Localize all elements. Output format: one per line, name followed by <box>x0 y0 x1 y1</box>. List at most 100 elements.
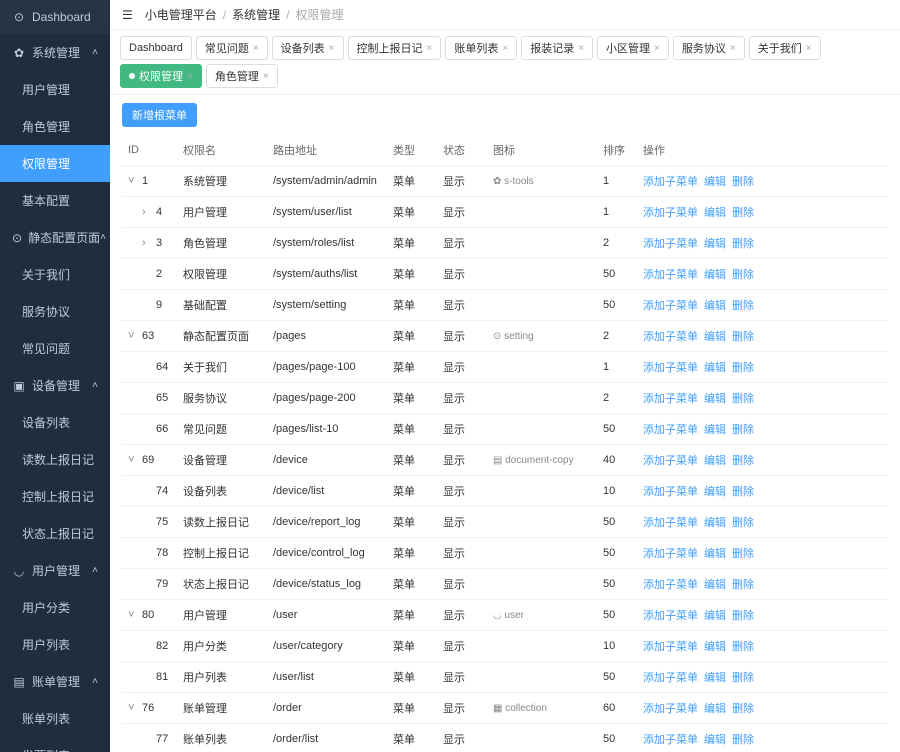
sidebar-item[interactable]: ▤账单管理˄ <box>0 663 110 700</box>
sidebar-item[interactable]: 账单列表 <box>0 700 110 737</box>
add-child-button[interactable]: 添加子菜单 <box>643 517 698 529</box>
tab[interactable]: 设备列表× <box>272 36 344 60</box>
sidebar-item[interactable]: 用户分类 <box>0 589 110 626</box>
delete-button[interactable]: 删除 <box>732 331 754 343</box>
delete-button[interactable]: 删除 <box>732 610 754 622</box>
edit-button[interactable]: 编辑 <box>704 455 726 467</box>
sidebar-item[interactable]: 用户列表 <box>0 626 110 663</box>
sidebar-item[interactable]: 读数上报日记 <box>0 441 110 478</box>
sidebar-item[interactable]: ◡用户管理˄ <box>0 552 110 589</box>
add-child-button[interactable]: 添加子菜单 <box>643 610 698 622</box>
sidebar-item[interactable]: ⊙Dashboard <box>0 0 110 34</box>
tab[interactable]: 小区管理× <box>597 36 669 60</box>
edit-button[interactable]: 编辑 <box>704 300 726 312</box>
delete-button[interactable]: 删除 <box>732 734 754 746</box>
edit-button[interactable]: 编辑 <box>704 703 726 715</box>
tab[interactable]: 权限管理× <box>120 64 202 88</box>
close-icon[interactable]: × <box>806 43 812 54</box>
delete-button[interactable]: 删除 <box>732 269 754 281</box>
add-child-button[interactable]: 添加子菜单 <box>643 393 698 405</box>
edit-button[interactable]: 编辑 <box>704 579 726 591</box>
sidebar-item[interactable]: 权限管理 <box>0 145 110 182</box>
edit-button[interactable]: 编辑 <box>704 238 726 250</box>
sidebar-item[interactable]: 发票列表 <box>0 737 110 752</box>
tab[interactable]: 关于我们× <box>749 36 821 60</box>
tab[interactable]: 服务协议× <box>673 36 745 60</box>
sidebar-item[interactable]: 服务协议 <box>0 293 110 330</box>
edit-button[interactable]: 编辑 <box>704 548 726 560</box>
add-child-button[interactable]: 添加子菜单 <box>643 579 698 591</box>
edit-button[interactable]: 编辑 <box>704 734 726 746</box>
delete-button[interactable]: 删除 <box>732 300 754 312</box>
add-root-menu-button[interactable]: 新增根菜单 <box>122 103 197 127</box>
expand-icon[interactable]: › <box>142 206 154 218</box>
menu-toggle-icon[interactable]: ☰ <box>122 8 133 22</box>
expand-icon[interactable]: ˅ <box>128 702 140 714</box>
add-child-button[interactable]: 添加子菜单 <box>643 455 698 467</box>
delete-button[interactable]: 删除 <box>732 238 754 250</box>
delete-button[interactable]: 删除 <box>732 517 754 529</box>
close-icon[interactable]: × <box>578 43 584 54</box>
edit-button[interactable]: 编辑 <box>704 207 726 219</box>
add-child-button[interactable]: 添加子菜单 <box>643 331 698 343</box>
close-icon[interactable]: × <box>187 71 193 82</box>
crumb-mid[interactable]: 系统管理 <box>232 6 280 23</box>
edit-button[interactable]: 编辑 <box>704 486 726 498</box>
edit-button[interactable]: 编辑 <box>704 269 726 281</box>
delete-button[interactable]: 删除 <box>732 362 754 374</box>
edit-button[interactable]: 编辑 <box>704 424 726 436</box>
delete-button[interactable]: 删除 <box>732 703 754 715</box>
expand-icon[interactable]: ˅ <box>128 454 140 466</box>
tab[interactable]: 控制上报日记× <box>348 36 442 60</box>
add-child-button[interactable]: 添加子菜单 <box>643 269 698 281</box>
close-icon[interactable]: × <box>253 43 259 54</box>
tab[interactable]: 账单列表× <box>445 36 517 60</box>
delete-button[interactable]: 删除 <box>732 207 754 219</box>
close-icon[interactable]: × <box>263 71 269 82</box>
expand-icon[interactable]: ˅ <box>128 609 140 621</box>
sidebar-item[interactable]: 用户管理 <box>0 71 110 108</box>
close-icon[interactable]: × <box>427 43 433 54</box>
add-child-button[interactable]: 添加子菜单 <box>643 207 698 219</box>
add-child-button[interactable]: 添加子菜单 <box>643 548 698 560</box>
crumb-root[interactable]: 小电管理平台 <box>145 6 217 23</box>
edit-button[interactable]: 编辑 <box>704 641 726 653</box>
delete-button[interactable]: 删除 <box>732 579 754 591</box>
add-child-button[interactable]: 添加子菜单 <box>643 424 698 436</box>
sidebar-item[interactable]: 状态上报日记 <box>0 515 110 552</box>
expand-icon[interactable]: ˅ <box>128 330 140 342</box>
add-child-button[interactable]: 添加子菜单 <box>643 176 698 188</box>
tab[interactable]: 报装记录× <box>521 36 593 60</box>
delete-button[interactable]: 删除 <box>732 486 754 498</box>
sidebar-item[interactable]: ▣设备管理˄ <box>0 367 110 404</box>
delete-button[interactable]: 删除 <box>732 176 754 188</box>
delete-button[interactable]: 删除 <box>732 548 754 560</box>
sidebar-item[interactable]: 控制上报日记 <box>0 478 110 515</box>
delete-button[interactable]: 删除 <box>732 641 754 653</box>
add-child-button[interactable]: 添加子菜单 <box>643 734 698 746</box>
edit-button[interactable]: 编辑 <box>704 393 726 405</box>
add-child-button[interactable]: 添加子菜单 <box>643 641 698 653</box>
close-icon[interactable]: × <box>329 43 335 54</box>
close-icon[interactable]: × <box>730 43 736 54</box>
add-child-button[interactable]: 添加子菜单 <box>643 300 698 312</box>
add-child-button[interactable]: 添加子菜单 <box>643 238 698 250</box>
add-child-button[interactable]: 添加子菜单 <box>643 362 698 374</box>
tab[interactable]: 常见问题× <box>196 36 268 60</box>
edit-button[interactable]: 编辑 <box>704 610 726 622</box>
sidebar-item[interactable]: 基本配置 <box>0 182 110 219</box>
edit-button[interactable]: 编辑 <box>704 362 726 374</box>
expand-icon[interactable]: › <box>142 237 154 249</box>
close-icon[interactable]: × <box>654 43 660 54</box>
edit-button[interactable]: 编辑 <box>704 331 726 343</box>
delete-button[interactable]: 删除 <box>732 424 754 436</box>
expand-icon[interactable]: ˅ <box>128 175 140 187</box>
tab[interactable]: 角色管理× <box>206 64 278 88</box>
sidebar-item[interactable]: ⊙静态配置页面˄ <box>0 219 110 256</box>
edit-button[interactable]: 编辑 <box>704 517 726 529</box>
add-child-button[interactable]: 添加子菜单 <box>643 703 698 715</box>
edit-button[interactable]: 编辑 <box>704 672 726 684</box>
add-child-button[interactable]: 添加子菜单 <box>643 486 698 498</box>
edit-button[interactable]: 编辑 <box>704 176 726 188</box>
add-child-button[interactable]: 添加子菜单 <box>643 672 698 684</box>
